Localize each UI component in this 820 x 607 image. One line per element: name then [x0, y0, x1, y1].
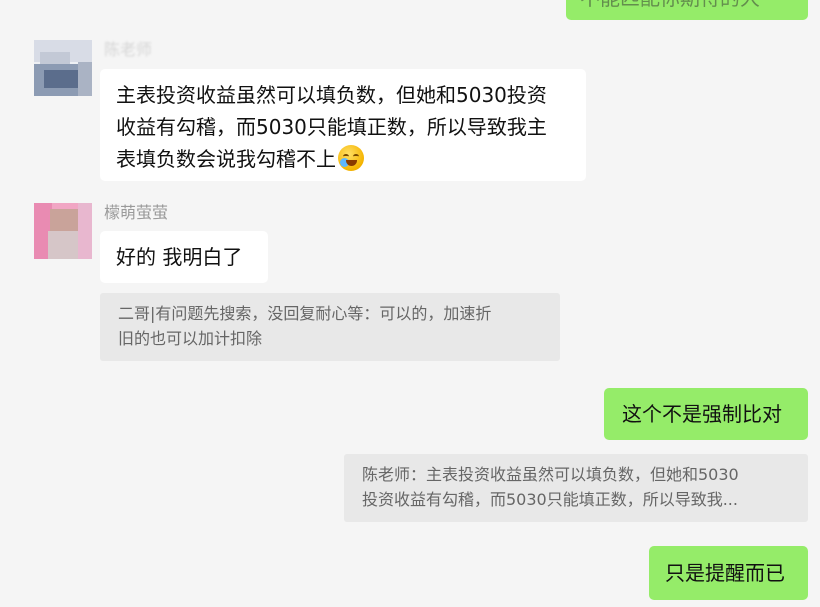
quoted-reply[interactable]: 二哥|有问题先搜索，没回复耐心等：可以的，加速折 旧的也可以加计扣除	[100, 293, 560, 361]
incoming-message-bubble[interactable]: 好的 我明白了	[100, 231, 268, 283]
message-line: 表填负数会说我勾稽不上	[116, 147, 336, 171]
partial-outgoing-bubble[interactable]: 不能匹配你期待的大	[566, 0, 808, 20]
message-text: 只是提醒而已	[665, 561, 785, 585]
quote-line: 投资收益有勾稽，而5030只能填正数，所以导致我...	[362, 490, 738, 509]
avatar-user[interactable]	[34, 203, 92, 259]
sender-name: 陈老师	[104, 40, 153, 59]
quote-line: 陈老师：主表投资收益虽然可以填负数，但她和5030	[362, 465, 739, 484]
message-line: 收益有勾稽，而5030只能填正数，所以导致我主	[116, 115, 547, 139]
message-text: 这个不是强制比对	[622, 402, 782, 426]
laugh-cry-emoji-icon	[338, 145, 364, 171]
outgoing-message-bubble[interactable]: 这个不是强制比对	[604, 388, 808, 440]
avatar-teacher[interactable]	[34, 40, 92, 96]
incoming-message-bubble[interactable]: 主表投资收益虽然可以填负数，但她和5030投资 收益有勾稽，而5030只能填正数…	[100, 69, 586, 181]
sender-name: 檬萌萤萤	[104, 203, 169, 222]
quoted-reply[interactable]: 陈老师：主表投资收益虽然可以填负数，但她和5030 投资收益有勾稽，而5030只…	[344, 454, 808, 522]
quote-line: 旧的也可以加计扣除	[118, 329, 263, 348]
outgoing-message-bubble[interactable]: 只是提醒而已	[649, 546, 808, 600]
partial-bubble-text: 不能匹配你期待的大	[580, 0, 760, 10]
message-text: 好的 我明白了	[116, 245, 243, 269]
quote-line: 二哥|有问题先搜索，没回复耐心等：可以的，加速折	[118, 304, 492, 323]
message-line: 主表投资收益虽然可以填负数，但她和5030投资	[116, 83, 547, 107]
